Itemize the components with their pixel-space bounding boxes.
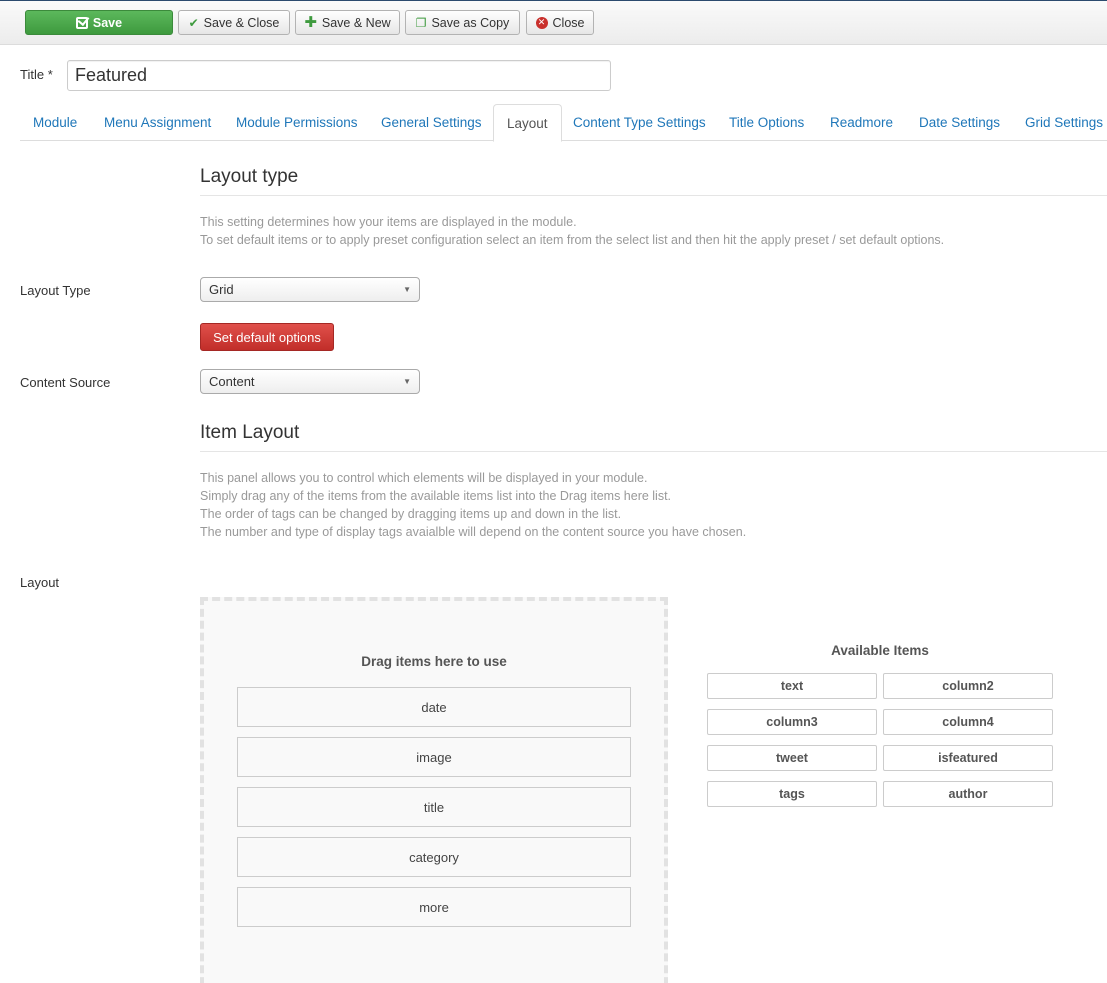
save-close-button[interactable]: ✔ Save & Close bbox=[178, 10, 290, 35]
plus-icon: ✚ bbox=[304, 14, 317, 31]
tab-grid-settings[interactable]: Grid Settings bbox=[1012, 104, 1107, 141]
layout-type-description: This setting determines how your items a… bbox=[200, 213, 944, 249]
content-source-value: Content bbox=[209, 374, 255, 389]
available-items-title: Available Items bbox=[831, 643, 929, 658]
available-item-tags[interactable]: tags bbox=[707, 781, 877, 807]
tab-readmore[interactable]: Readmore bbox=[817, 104, 906, 141]
layout-item-more[interactable]: more bbox=[237, 887, 631, 927]
description-line: Simply drag any of the items from the av… bbox=[200, 489, 672, 503]
description-line: This panel allows you to control which e… bbox=[200, 471, 648, 485]
copy-icon: ❐ bbox=[415, 15, 427, 30]
close-icon: ✕ bbox=[535, 16, 548, 29]
set-default-options-button[interactable]: Set default options bbox=[200, 323, 334, 351]
description-line: This setting determines how your items a… bbox=[200, 215, 577, 229]
available-item-tweet[interactable]: tweet bbox=[707, 745, 877, 771]
tab-layout[interactable]: Layout bbox=[493, 104, 562, 142]
divider bbox=[200, 195, 1107, 196]
title-label: Title * bbox=[20, 67, 53, 82]
close-button[interactable]: ✕ Close bbox=[526, 10, 594, 35]
tab-module-permissions[interactable]: Module Permissions bbox=[223, 104, 371, 141]
dropzone-title: Drag items here to use bbox=[361, 654, 507, 669]
tab-bar: Module Menu Assignment Module Permission… bbox=[20, 104, 1107, 142]
drag-items-dropzone[interactable]: Drag items here to use date image title … bbox=[200, 597, 668, 983]
layout-item-category[interactable]: category bbox=[237, 837, 631, 877]
available-item-column3[interactable]: column3 bbox=[707, 709, 877, 735]
title-input[interactable] bbox=[67, 60, 611, 91]
content-source-select[interactable]: Content ▼ bbox=[200, 369, 420, 394]
save-copy-label: Save as Copy bbox=[431, 15, 510, 30]
layout-type-value: Grid bbox=[209, 282, 234, 297]
check-icon: ✔ bbox=[188, 15, 199, 30]
layout-item-image[interactable]: image bbox=[237, 737, 631, 777]
description-line: The order of tags can be changed by drag… bbox=[200, 507, 622, 521]
save-button[interactable]: Save bbox=[25, 10, 173, 35]
content-source-label: Content Source bbox=[20, 375, 111, 390]
tab-title-options[interactable]: Title Options bbox=[716, 104, 817, 141]
caret-down-icon: ▼ bbox=[403, 377, 411, 386]
description-line: To set default items or to apply preset … bbox=[200, 233, 945, 247]
save-new-button[interactable]: ✚ Save & New bbox=[295, 10, 400, 35]
available-item-column4[interactable]: column4 bbox=[883, 709, 1053, 735]
item-layout-heading: Item Layout bbox=[200, 422, 300, 443]
layout-label: Layout bbox=[20, 575, 60, 590]
caret-down-icon: ▼ bbox=[403, 285, 411, 294]
tab-menu-assignment[interactable]: Menu Assignment bbox=[91, 104, 224, 141]
tab-content-type-settings[interactable]: Content Type Settings bbox=[560, 104, 719, 141]
available-item-text[interactable]: text bbox=[707, 673, 877, 699]
tab-date-settings[interactable]: Date Settings bbox=[906, 104, 1013, 141]
available-item-author[interactable]: author bbox=[883, 781, 1053, 807]
tab-module[interactable]: Module bbox=[20, 104, 90, 141]
divider bbox=[200, 451, 1107, 452]
toolbar: Save ✔ Save & Close ✚ Save & New ❐ Save … bbox=[0, 0, 1107, 45]
layout-type-label: Layout Type bbox=[20, 283, 91, 298]
save-copy-button[interactable]: ❐ Save as Copy bbox=[405, 10, 520, 35]
close-label: Close bbox=[552, 15, 585, 30]
save-label: Save bbox=[92, 15, 123, 30]
description-line: The number and type of display tags avai… bbox=[200, 525, 747, 539]
available-item-column2[interactable]: column2 bbox=[883, 673, 1053, 699]
layout-type-select[interactable]: Grid ▼ bbox=[200, 277, 420, 302]
tab-general-settings[interactable]: General Settings bbox=[368, 104, 495, 141]
save-close-label: Save & Close bbox=[203, 15, 280, 30]
item-layout-description: This panel allows you to control which e… bbox=[200, 469, 746, 541]
layout-item-title[interactable]: title bbox=[237, 787, 631, 827]
edit-icon bbox=[75, 16, 88, 29]
available-item-isfeatured[interactable]: isfeatured bbox=[883, 745, 1053, 771]
layout-item-date[interactable]: date bbox=[237, 687, 631, 727]
save-new-label: Save & New bbox=[321, 15, 391, 30]
layout-type-heading: Layout type bbox=[200, 166, 299, 187]
